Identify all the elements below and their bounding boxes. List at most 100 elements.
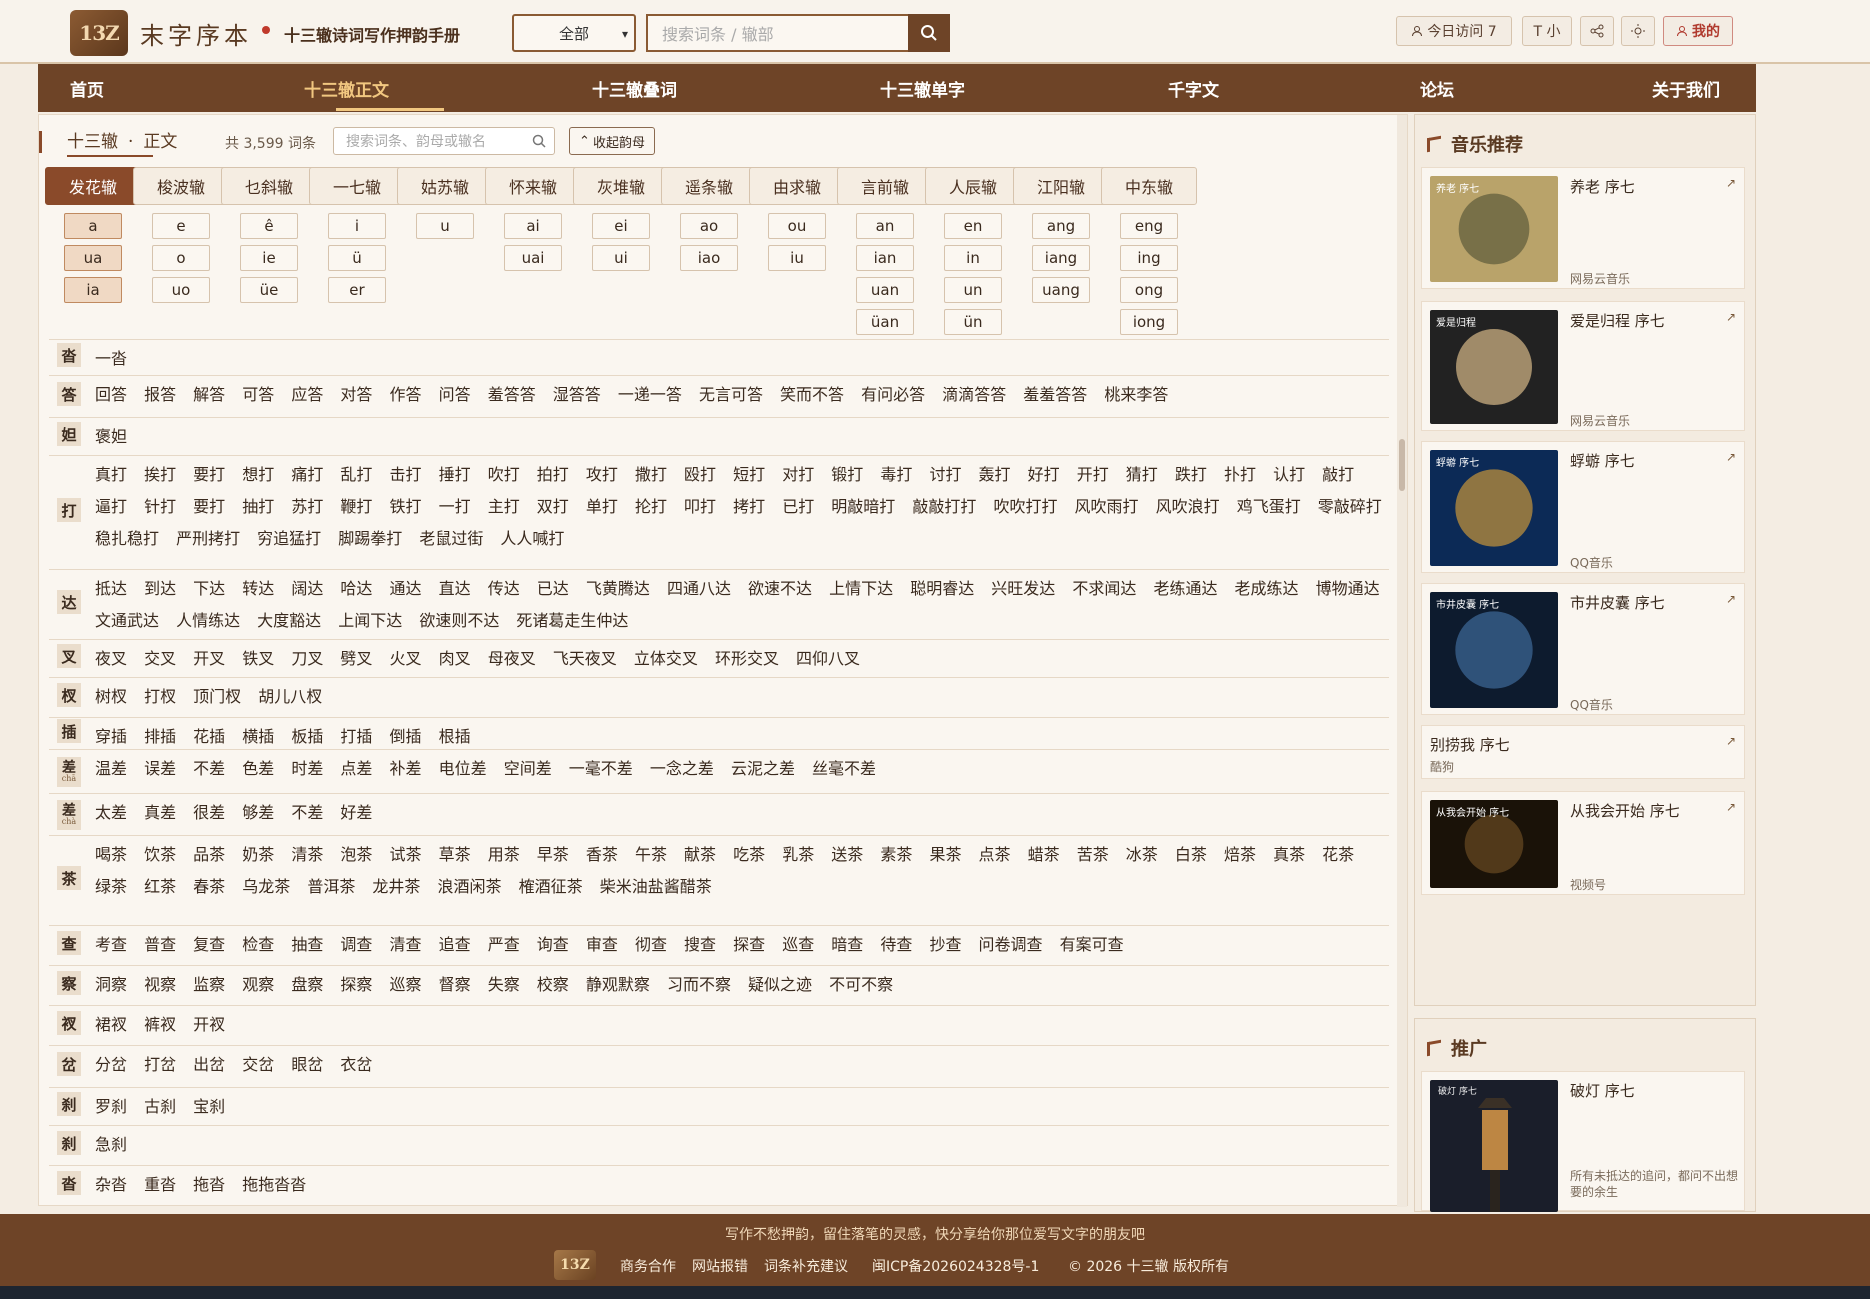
- entry-words[interactable]: 真打 挨打 要打 想打 痛打 乱打 击打 捶打 吹打 拍打 攻打 撒打 殴打 短…: [95, 459, 1385, 555]
- final-ao[interactable]: ao: [680, 213, 738, 239]
- song-card[interactable]: 从我会开始 序七 从我会开始 序七 视频号 ↗: [1421, 791, 1745, 895]
- rhyme-tab-8[interactable]: 遥条辙: [661, 167, 757, 205]
- nav-reduplicated-words[interactable]: 十三辙叠词: [592, 76, 677, 101]
- rhyme-tab-3[interactable]: 乜斜辙: [221, 167, 317, 205]
- rhyme-tab-6[interactable]: 怀来辙: [485, 167, 581, 205]
- final-uan[interactable]: uan: [856, 277, 914, 303]
- nav-about[interactable]: 关于我们: [1652, 76, 1720, 101]
- my-account-button[interactable]: 我的: [1663, 16, 1733, 46]
- entry-char[interactable]: 茶: [57, 866, 81, 890]
- final-iao[interactable]: iao: [680, 245, 738, 271]
- rhyme-tab-7[interactable]: 灰堆辙: [573, 167, 669, 205]
- category-select[interactable]: 全部 ▾: [512, 14, 636, 52]
- final-un[interactable]: un: [944, 277, 1002, 303]
- collapse-finals-button[interactable]: ⌃ 收起韵母: [569, 127, 655, 155]
- share-button[interactable]: [1580, 16, 1614, 46]
- footer-link-report[interactable]: 网站报错: [692, 1256, 748, 1276]
- entry-char[interactable]: 衩: [57, 1011, 81, 1035]
- entry-words[interactable]: 抵达 到达 下达 转达 阔达 哈达 通达 直达 传达 已达 飞黄腾达 四通八达 …: [95, 573, 1385, 637]
- song-card[interactable]: 别捞我 序七 酷狗 ↗: [1421, 725, 1745, 779]
- promo-card[interactable]: 破灯 序七 破灯 序七 所有未抵达的追问，都问不出想要的余生: [1421, 1071, 1745, 1212]
- final-ou[interactable]: ou: [768, 213, 826, 239]
- rhyme-tab-13[interactable]: 中东辙: [1101, 167, 1197, 205]
- final-i[interactable]: i: [328, 213, 386, 239]
- entry-words[interactable]: 急刹: [95, 1129, 1385, 1161]
- final-en[interactable]: en: [944, 213, 1002, 239]
- footer-icp[interactable]: 闽ICP备2026024328号-1: [872, 1256, 1039, 1276]
- entry-words[interactable]: 罗刹 古刹 宝刹: [95, 1091, 1385, 1123]
- entry-words[interactable]: 树杈 打杈 顶门杈 胡儿八杈: [95, 681, 1385, 713]
- search-button[interactable]: [908, 14, 950, 52]
- entry-search-input[interactable]: 搜索词条、韵母或辙名: [333, 127, 555, 155]
- rhyme-tab-11[interactable]: 人辰辙: [925, 167, 1021, 205]
- theme-toggle-button[interactable]: [1621, 16, 1655, 46]
- final-o[interactable]: o: [152, 245, 210, 271]
- final-iang[interactable]: iang: [1032, 245, 1090, 271]
- entry-char[interactable]: 杈: [57, 683, 81, 707]
- external-link-icon[interactable]: ↗: [1726, 734, 1736, 748]
- final-ü[interactable]: ü: [328, 245, 386, 271]
- entry-char[interactable]: 妲: [57, 422, 81, 446]
- final-er[interactable]: er: [328, 277, 386, 303]
- final-üe[interactable]: üe: [240, 277, 298, 303]
- entry-char[interactable]: 差 chā: [57, 757, 81, 787]
- entry-char[interactable]: 岔: [57, 1052, 81, 1076]
- external-link-icon[interactable]: ↗: [1726, 800, 1736, 814]
- song-card[interactable]: 养老 序七 养老 序七 网易云音乐 ↗: [1421, 167, 1745, 289]
- final-e[interactable]: e: [152, 213, 210, 239]
- final-iong[interactable]: iong: [1120, 309, 1178, 335]
- footer-link-business[interactable]: 商务合作: [620, 1256, 676, 1276]
- final-eng[interactable]: eng: [1120, 213, 1178, 239]
- final-a[interactable]: a: [64, 213, 122, 239]
- tab-shisanzhe[interactable]: 十三辙: [67, 132, 118, 152]
- entry-char[interactable]: 叉: [57, 644, 81, 668]
- external-link-icon[interactable]: ↗: [1726, 310, 1736, 324]
- entry-words[interactable]: 一沓: [95, 343, 1385, 375]
- song-card[interactable]: 爱是归程 爱是归程 序七 网易云音乐 ↗: [1421, 301, 1745, 431]
- entry-char[interactable]: 沓: [57, 343, 81, 367]
- final-ing[interactable]: ing: [1120, 245, 1178, 271]
- external-link-icon[interactable]: ↗: [1726, 450, 1736, 464]
- entry-words[interactable]: 分岔 打岔 出岔 交岔 眼岔 衣岔: [95, 1049, 1385, 1081]
- final-ian[interactable]: ian: [856, 245, 914, 271]
- final-ong[interactable]: ong: [1120, 277, 1178, 303]
- external-link-icon[interactable]: ↗: [1726, 592, 1736, 606]
- rhyme-tab-5[interactable]: 姑苏辙: [397, 167, 493, 205]
- rhyme-tab-10[interactable]: 言前辙: [837, 167, 933, 205]
- search-input[interactable]: 搜索词条 / 辙部: [646, 14, 908, 52]
- final-u[interactable]: u: [416, 213, 474, 239]
- entry-char[interactable]: 刹: [57, 1131, 81, 1155]
- scrollbar-thumb[interactable]: [1399, 439, 1405, 491]
- entry-char[interactable]: 答: [57, 382, 81, 406]
- content-scrollbar[interactable]: [1397, 115, 1407, 1207]
- song-card[interactable]: 市井皮囊 序七 市井皮囊 序七 QQ音乐 ↗: [1421, 583, 1745, 715]
- entry-char[interactable]: 打: [57, 498, 81, 522]
- font-size-button[interactable]: T 小: [1522, 16, 1572, 46]
- rhyme-tab-9[interactable]: 由求辙: [749, 167, 845, 205]
- entry-char[interactable]: 刹: [57, 1092, 81, 1116]
- entry-char[interactable]: 达: [57, 590, 81, 614]
- rhyme-tab-4[interactable]: 一七辙: [309, 167, 405, 205]
- entry-words[interactable]: 杂沓 重沓 拖沓 拖拖沓沓: [95, 1169, 1385, 1201]
- final-ün[interactable]: ün: [944, 309, 1002, 335]
- entry-words[interactable]: 褒妲: [95, 421, 1385, 453]
- entry-char[interactable]: 差 chà: [57, 800, 81, 830]
- entry-words[interactable]: 喝茶 饮茶 品茶 奶茶 清茶 泡茶 试茶 草茶 用茶 早茶 香茶 午茶 献茶 吃…: [95, 839, 1385, 903]
- final-an[interactable]: an: [856, 213, 914, 239]
- site-logo[interactable]: 13Z: [70, 10, 128, 56]
- final-ua[interactable]: ua: [64, 245, 122, 271]
- nav-single-chars[interactable]: 十三辙单字: [880, 76, 965, 101]
- entry-words[interactable]: 考查 普查 复查 检查 抽查 调查 清查 追查 严查 询查 审查 彻查 搜查 探…: [95, 929, 1385, 961]
- final-ia[interactable]: ia: [64, 277, 122, 303]
- song-card[interactable]: 蜉蝣 序七 蜉蝣 序七 QQ音乐 ↗: [1421, 441, 1745, 573]
- entry-char[interactable]: 查: [57, 931, 81, 955]
- nav-forum[interactable]: 论坛: [1420, 76, 1454, 101]
- entry-words[interactable]: 夜叉 交叉 开叉 铁叉 刀叉 劈叉 火叉 肉叉 母夜叉 飞天夜叉 立体交叉 环形…: [95, 643, 1385, 675]
- entry-char[interactable]: 察: [57, 971, 81, 995]
- final-uo[interactable]: uo: [152, 277, 210, 303]
- final-ang[interactable]: ang: [1032, 213, 1090, 239]
- external-link-icon[interactable]: ↗: [1726, 176, 1736, 190]
- final-ei[interactable]: ei: [592, 213, 650, 239]
- rhyme-tab-1[interactable]: 发花辙: [45, 167, 141, 205]
- entry-words[interactable]: 太差 真差 很差 够差 不差 好差: [95, 797, 1385, 829]
